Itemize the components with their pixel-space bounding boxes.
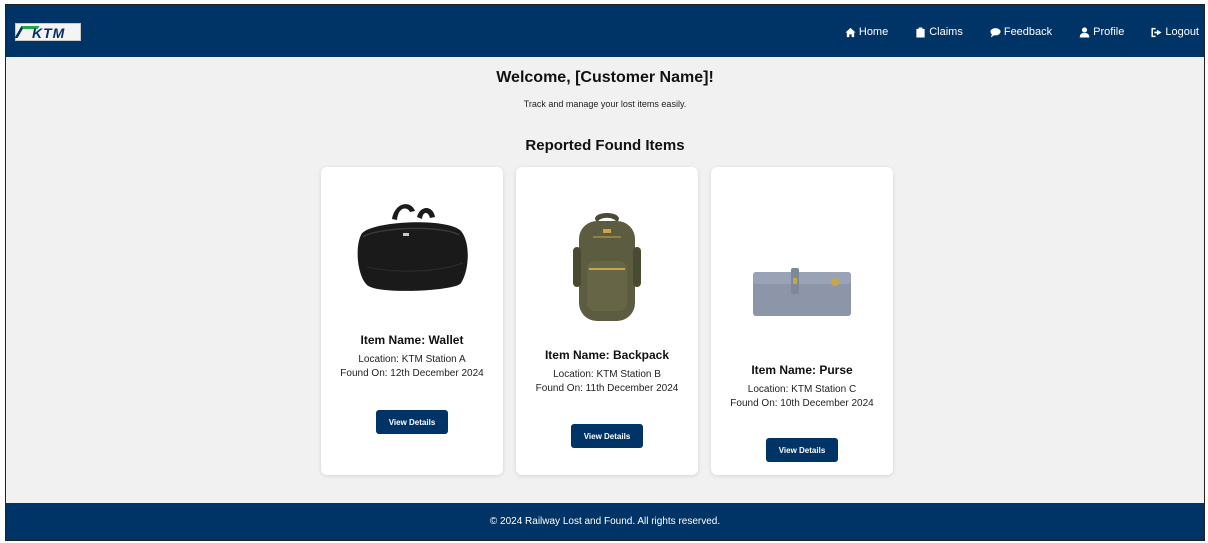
item-card: Item Name: Wallet Location: KTM Station … bbox=[321, 167, 503, 475]
item-info: Item Name: Backpack Location: KTM Statio… bbox=[516, 348, 698, 396]
nav-feedback[interactable]: Feedback bbox=[990, 26, 1052, 38]
section-title: Reported Found Items bbox=[525, 137, 685, 154]
view-details-button[interactable]: View Details bbox=[571, 424, 643, 448]
item-info: Item Name: Wallet Location: KTM Station … bbox=[321, 333, 503, 381]
home-icon bbox=[845, 27, 856, 37]
item-card: Item Name: Purse Location: KTM Station C… bbox=[711, 167, 893, 475]
item-info: Item Name: Purse Location: KTM Station C… bbox=[711, 363, 893, 411]
clipboard-icon bbox=[916, 26, 925, 38]
nav-home[interactable]: Home bbox=[845, 26, 888, 38]
item-location: Location: KTM Station C bbox=[747, 384, 857, 395]
nav-profile-label: Profile bbox=[1093, 26, 1125, 38]
backpack-image bbox=[516, 207, 698, 327]
view-details-button[interactable]: View Details bbox=[766, 438, 838, 462]
user-icon bbox=[1079, 26, 1090, 38]
nav-profile[interactable]: Profile bbox=[1079, 26, 1124, 38]
logo-text: KTM bbox=[32, 25, 66, 41]
item-location: Location: KTM Station A bbox=[358, 354, 466, 365]
nav-menu: Home Claims Feedback Profile Logout bbox=[845, 24, 1204, 40]
nav-home-label: Home bbox=[858, 26, 889, 38]
item-location: Location: KTM Station B bbox=[553, 369, 661, 380]
item-card: Item Name: Backpack Location: KTM Statio… bbox=[516, 167, 698, 475]
footer-text: © 2024 Railway Lost and Found. All right… bbox=[489, 516, 721, 527]
nav-logout[interactable]: Logout bbox=[1151, 26, 1199, 38]
item-found-date: Found On: 11th December 2024 bbox=[535, 383, 679, 394]
item-found-date: Found On: 12th December 2024 bbox=[340, 368, 484, 379]
nav-claims[interactable]: Claims bbox=[915, 26, 963, 38]
purse-image bbox=[711, 262, 893, 322]
item-name: Item Name: Purse bbox=[751, 363, 853, 377]
nav-feedback-label: Feedback bbox=[1003, 26, 1053, 38]
chat-icon bbox=[990, 27, 1001, 38]
ktm-logo[interactable]: KTM bbox=[14, 23, 81, 41]
duffel-bag-image bbox=[321, 197, 503, 297]
nav-logout-label: Logout bbox=[1165, 26, 1199, 38]
page: KTM Home Claims Feedback Profile Logout bbox=[5, 4, 1205, 541]
welcome-heading: Welcome, [Customer Name]! bbox=[496, 69, 714, 86]
nav-claims-label: Claims bbox=[929, 26, 963, 38]
footer: © 2024 Railway Lost and Found. All right… bbox=[6, 503, 1204, 540]
logout-icon bbox=[1151, 27, 1162, 37]
view-details-button[interactable]: View Details bbox=[376, 410, 448, 434]
item-name: Item Name: Backpack bbox=[544, 348, 670, 362]
tagline: Track and manage your lost items easily. bbox=[523, 99, 687, 109]
navbar: KTM Home Claims Feedback Profile Logout bbox=[6, 5, 1204, 57]
item-found-date: Found On: 10th December 2024 bbox=[730, 398, 874, 409]
item-name: Item Name: Wallet bbox=[360, 333, 464, 347]
